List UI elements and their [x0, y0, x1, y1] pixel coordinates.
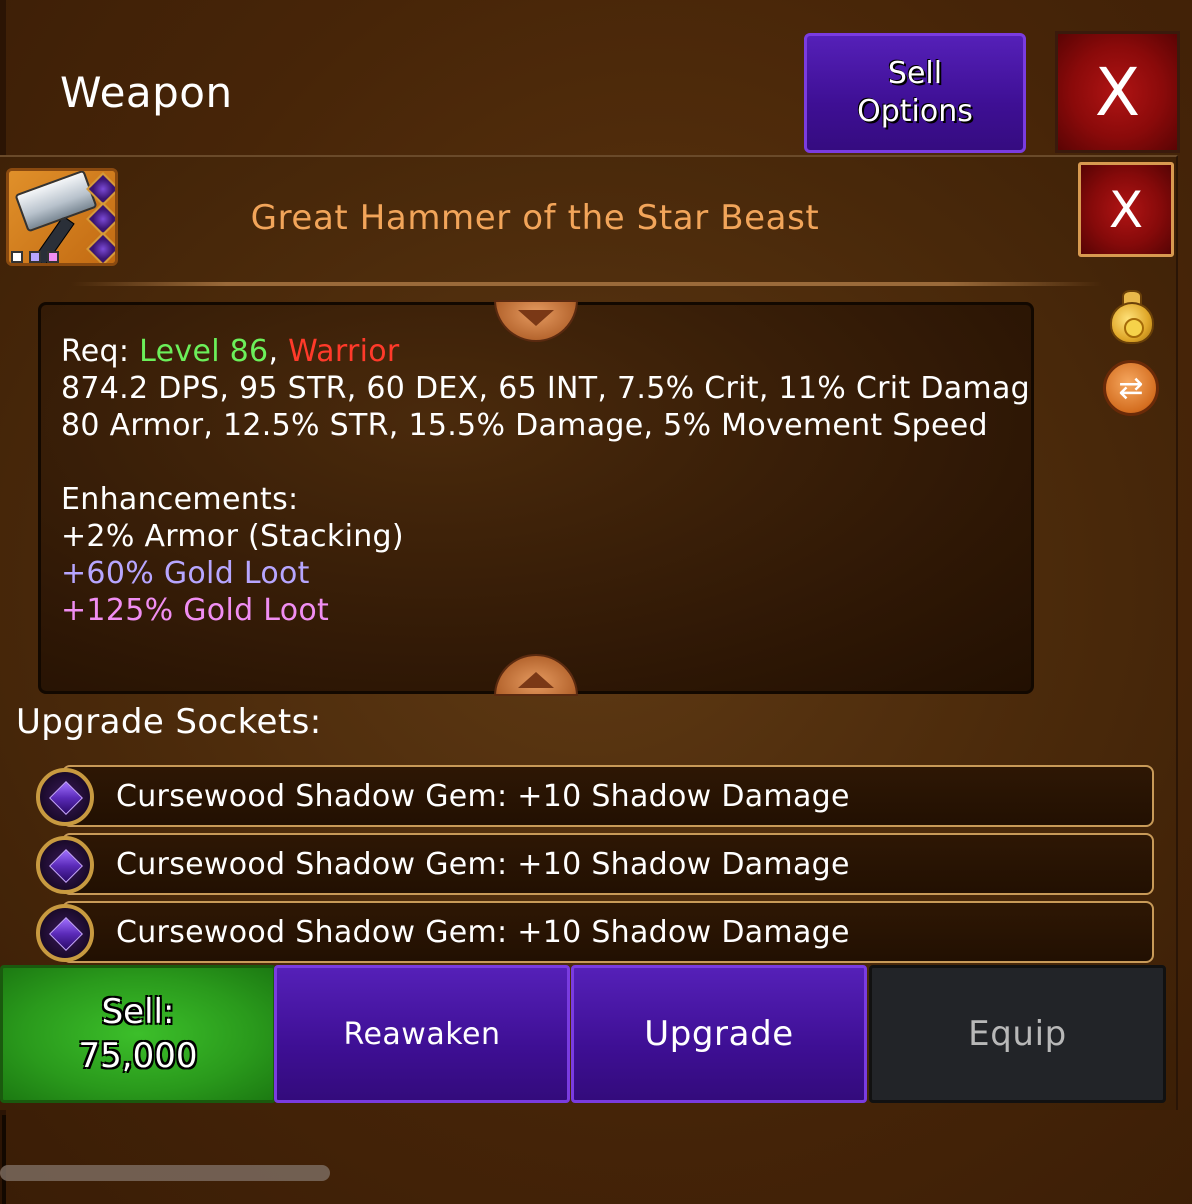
enhancement-line: +60% Gold Loot: [61, 556, 310, 591]
item-description-text: Req: Level 86, Warrior 874.2 DPS, 95 STR…: [61, 333, 1034, 629]
socket-label: Cursewood Shadow Gem: +10 Shadow Damage: [116, 847, 850, 882]
enhancement-line: +2% Armor (Stacking): [61, 519, 404, 554]
action-bar: Sell: 75,000 Reawaken Upgrade Equip: [0, 965, 1170, 1105]
coin-icon: [1124, 318, 1144, 338]
page-title: Weapon: [60, 68, 233, 117]
arrow-up-icon: [518, 672, 554, 688]
upgrade-sockets-title: Upgrade Sockets:: [16, 702, 322, 742]
enhancements-title: Enhancements:: [61, 482, 299, 517]
upgrade-button[interactable]: Upgrade: [571, 965, 867, 1103]
gem: [49, 849, 83, 883]
rarity-dot: [11, 251, 23, 263]
rarity-dot: [47, 251, 59, 263]
rarity-dot: [29, 251, 41, 263]
shadow-gem-icon: [36, 904, 94, 962]
divider: [72, 282, 1102, 286]
gem: [49, 781, 83, 815]
great-hammer-icon: [6, 168, 118, 266]
item-name: Great Hammer of the Star Beast: [250, 198, 820, 238]
shadow-gem-icon: [36, 836, 94, 894]
screen: Weapon Sell Options X Great Hammer of th…: [0, 0, 1192, 1204]
arrow-down-icon: [518, 310, 554, 326]
req-prefix: Req:: [61, 334, 140, 369]
equip-button[interactable]: Equip: [869, 965, 1166, 1103]
close-window-button[interactable]: X: [1055, 31, 1180, 153]
socket-label: Cursewood Shadow Gem: +10 Shadow Damage: [116, 779, 850, 814]
left-edge-shadow: [2, 1115, 6, 1204]
close-item-button[interactable]: X: [1078, 162, 1174, 257]
socket-row[interactable]: Cursewood Shadow Gem: +10 Shadow Damage: [62, 765, 1154, 827]
swap-icon[interactable]: ⇄: [1103, 360, 1159, 416]
stats-line: 80 Armor, 12.5% STR, 15.5% Damage, 5% Mo…: [61, 408, 988, 443]
req-level: Level 86: [139, 334, 269, 369]
item-description-box[interactable]: Req: Level 86, Warrior 874.2 DPS, 95 STR…: [38, 302, 1034, 694]
req-separator: ,: [268, 334, 289, 369]
sell-button[interactable]: Sell: 75,000: [0, 965, 276, 1103]
gold-bag-icon[interactable]: [1108, 288, 1156, 344]
stats-line: 874.2 DPS, 95 STR, 60 DEX, 65 INT, 7.5% …: [61, 371, 1034, 406]
socket-row[interactable]: Cursewood Shadow Gem: +10 Shadow Damage: [62, 901, 1154, 963]
sell-options-button[interactable]: Sell Options: [804, 33, 1026, 153]
socket-label: Cursewood Shadow Gem: +10 Shadow Damage: [116, 915, 850, 950]
gem: [49, 917, 83, 951]
req-class: Warrior: [288, 334, 400, 369]
socket-row[interactable]: Cursewood Shadow Gem: +10 Shadow Damage: [62, 833, 1154, 895]
horizontal-scrollbar[interactable]: [0, 1165, 330, 1181]
reawaken-button[interactable]: Reawaken: [274, 965, 570, 1103]
enhancement-line: +125% Gold Loot: [61, 593, 330, 628]
shadow-gem-icon: [36, 768, 94, 826]
